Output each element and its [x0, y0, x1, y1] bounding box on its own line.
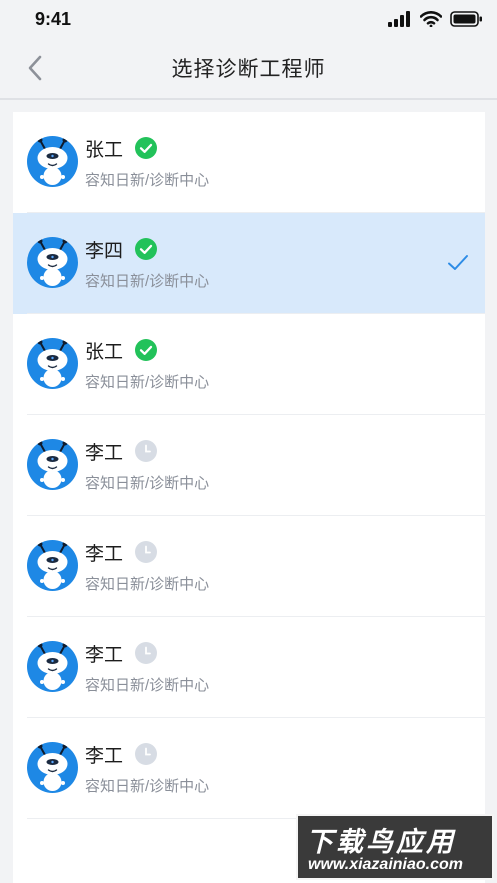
check-circle-icon: [135, 137, 157, 159]
avatar: [27, 237, 78, 288]
avatar: [27, 540, 78, 591]
engineer-org: 容知日新/诊断中心: [85, 576, 210, 593]
engineer-row-7[interactable]: 李工 容知日新/诊断中心: [13, 718, 485, 819]
engineer-row-6[interactable]: 李工 容知日新/诊断中心: [13, 617, 485, 718]
check-circle-icon: [135, 238, 157, 260]
engineer-row-2[interactable]: 李四 容知日新/诊断中心: [13, 213, 485, 314]
engineer-org: 容知日新/诊断中心: [85, 273, 210, 290]
pending-status-badge: [135, 642, 157, 664]
check-circle-icon: [135, 339, 157, 361]
engineer-name: 李工: [85, 544, 124, 565]
engineer-name: 李工: [85, 746, 124, 767]
clock-icon: [135, 743, 157, 765]
engineer-row-5[interactable]: 李工 容知日新/诊断中心: [13, 516, 485, 617]
clock-icon: [135, 642, 157, 664]
robot-mascot-icon: [37, 743, 68, 791]
engineer-row-3[interactable]: 张工 容知日新/诊断中心: [13, 314, 485, 415]
engineer-org: 容知日新/诊断中心: [85, 172, 210, 189]
clock-icon: [135, 541, 157, 563]
pending-status-badge: [135, 541, 157, 563]
watermark-logo: 下载鸟应用: [306, 827, 456, 857]
page-title: 选择诊断工程师: [171, 58, 326, 81]
status-icons: [388, 11, 483, 27]
wifi-icon: [420, 11, 442, 27]
robot-mascot-icon: [37, 238, 68, 286]
robot-mascot-icon: [37, 541, 68, 589]
selected-checkmark-icon: [448, 255, 468, 270]
engineer-name: 张工: [85, 140, 124, 161]
avatar: [27, 439, 78, 490]
engineer-list: 张工 容知日新/诊断中心 李四 容知日新/诊断中心 张工 容知日新/诊断中心 李…: [13, 112, 485, 883]
online-status-badge: [135, 238, 157, 260]
engineer-name: 李工: [85, 443, 124, 464]
avatar: [27, 641, 78, 692]
engineer-org: 容知日新/诊断中心: [85, 677, 210, 694]
robot-mascot-icon: [37, 339, 68, 387]
status-time: 9:41: [35, 9, 72, 29]
engineer-row-4[interactable]: 李工 容知日新/诊断中心: [13, 415, 485, 516]
online-status-badge: [135, 137, 157, 159]
avatar: [27, 742, 78, 793]
online-status-badge: [135, 339, 157, 361]
status-bar: 9:41: [0, 0, 497, 38]
battery-icon: [450, 11, 482, 27]
robot-mascot-icon: [37, 137, 68, 185]
engineer-name: 张工: [85, 342, 124, 363]
engineer-org: 容知日新/诊断中心: [85, 475, 210, 492]
pending-status-badge: [135, 440, 157, 462]
engineer-name: 李工: [85, 645, 124, 666]
engineer-org: 容知日新/诊断中心: [85, 778, 210, 795]
robot-mascot-icon: [37, 440, 68, 488]
robot-mascot-icon: [37, 642, 68, 690]
watermark: 下载鸟应用 www.xiazainiao.com: [296, 814, 494, 880]
navigation-bar: 选择诊断工程师: [0, 38, 497, 100]
avatar: [27, 136, 78, 187]
engineer-name: 李四: [85, 241, 124, 262]
signal-icon: [388, 11, 410, 27]
pending-status-badge: [135, 743, 157, 765]
engineer-org: 容知日新/诊断中心: [85, 374, 210, 391]
avatar: [27, 338, 78, 389]
engineer-row-1[interactable]: 张工 容知日新/诊断中心: [13, 112, 485, 213]
watermark-url: www.xiazainiao.com: [308, 856, 464, 873]
clock-icon: [135, 440, 157, 462]
